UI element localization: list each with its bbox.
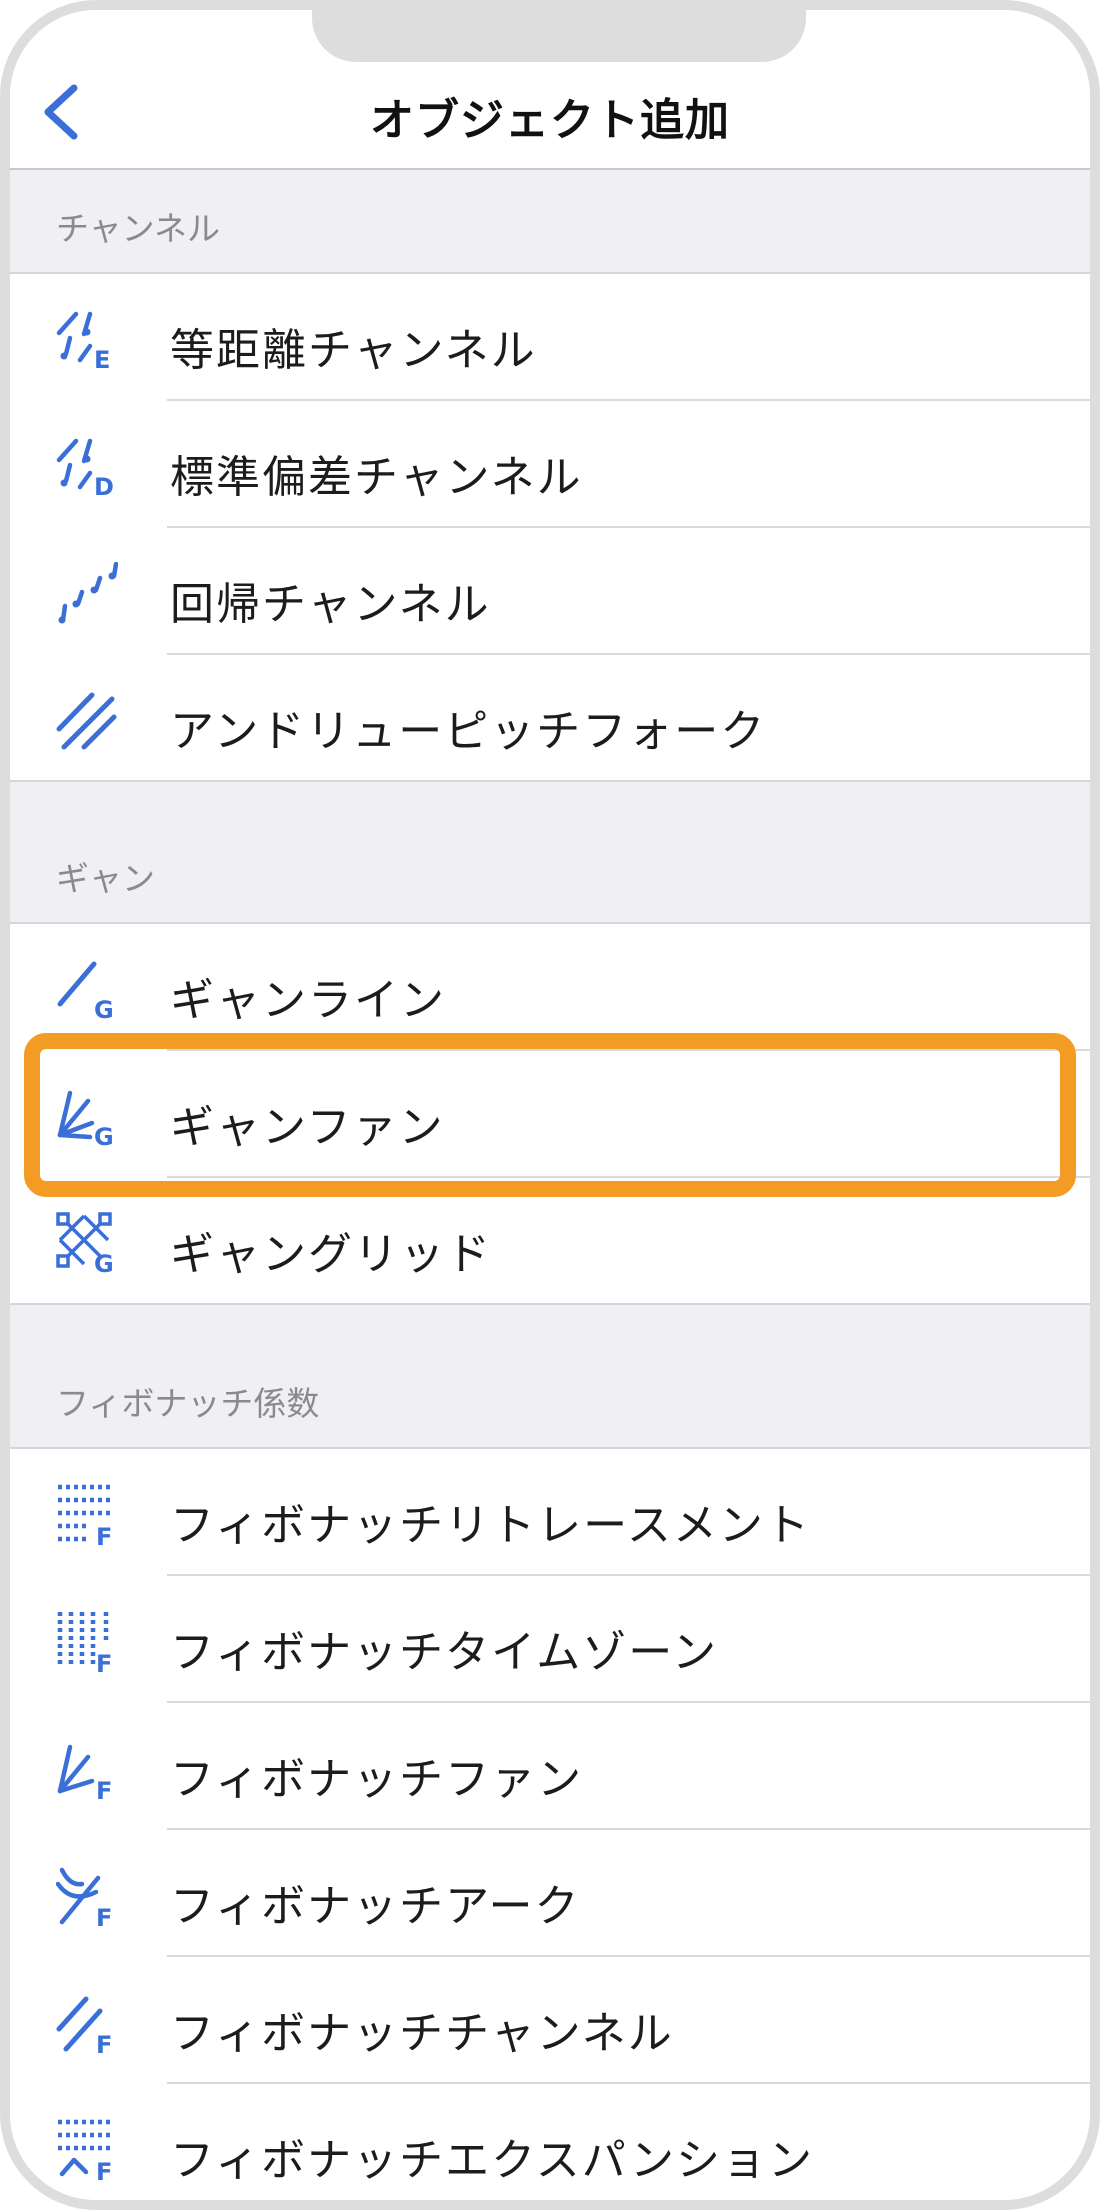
device-notch (312, 10, 806, 62)
list-item-label: ギャングリッド (170, 1229, 492, 1280)
list-item-label: ギャンライン (170, 975, 446, 1026)
list-item-gann-fan[interactable]: G ギャンファン (10, 1051, 1090, 1178)
list-item-fibonacci-arc[interactable]: F フィボナッチアーク (10, 1830, 1090, 1957)
svg-text:G: G (94, 996, 114, 1020)
list-item-label: フィボナッチエクスパンション (170, 2135, 814, 2186)
svg-text:F: F (96, 1650, 112, 1672)
svg-text:D: D (94, 473, 114, 497)
phone-frame: オブジェクト追加 チャンネル E 等距離チャンネル D 標準偏差チャンネル 回帰… (0, 0, 1100, 2210)
fibonacci-arc-icon: F (56, 1867, 112, 1926)
fibonacci-fan-icon: F (57, 1744, 112, 1799)
list-item-label: 標準偏差チャンネル (170, 452, 583, 503)
fibonacci-timezone-icon: F (57, 1612, 112, 1672)
gann-fan-icon: G (57, 1090, 114, 1147)
svg-text:F: F (96, 2031, 112, 2053)
list-item-equidistant-channel[interactable]: E 等距離チャンネル (10, 274, 1090, 401)
regression-channel-icon (58, 562, 118, 624)
list-item-std-deviation-channel[interactable]: D 標準偏差チャンネル (10, 401, 1090, 528)
svg-text:F: F (96, 2158, 112, 2180)
list-item-label: フィボナッチチャンネル (170, 2008, 674, 2059)
list-item-label: フィボナッチファン (170, 1754, 584, 1805)
std-deviation-channel-icon: D (56, 438, 114, 497)
equidistant-channel-icon: E (56, 311, 110, 370)
list-item-gann-line[interactable]: G ギャンライン (10, 924, 1090, 1051)
list-item-label: ギャンファン (170, 1102, 445, 1153)
list-item-label: フィボナッチリトレースメント (170, 1500, 811, 1551)
list-item-gann-grid[interactable]: G ギャングリッド (10, 1178, 1090, 1305)
svg-text:G: G (94, 1123, 114, 1147)
section-title: フィボナッチ係数 (56, 1384, 320, 1423)
svg-text:E: E (94, 346, 110, 370)
list-item-fibonacci-retracement[interactable]: F フィボナッチリトレースメント (10, 1449, 1090, 1576)
object-list: チャンネル E 等距離チャンネル D 標準偏差チャンネル 回帰チャンネル アンド… (10, 170, 1090, 2200)
page-title: オブジェクト追加 (370, 95, 730, 146)
section-title: ギャン (56, 859, 155, 898)
svg-text:F: F (96, 1904, 112, 1926)
list-item-label: フィボナッチタイムゾーン (170, 1627, 719, 1678)
list-item-fibonacci-fan[interactable]: F フィボナッチファン (10, 1703, 1090, 1830)
svg-text:G: G (94, 1250, 114, 1274)
list-item-andrews-pitchfork[interactable]: アンドリューピッチフォーク (10, 655, 1090, 782)
section-title: チャンネル (56, 209, 221, 248)
section-header-gann: ギャン (10, 782, 1090, 924)
list-item-regression-channel[interactable]: 回帰チャンネル (10, 528, 1090, 655)
svg-text:F: F (96, 1777, 112, 1799)
gann-grid-icon: G (56, 1212, 114, 1274)
list-item-label: 回帰チャンネル (170, 579, 491, 630)
list-item-fibonacci-expansion[interactable]: F フィボナッチエクスパンション (10, 2084, 1090, 2200)
andrews-pitchfork-icon (56, 692, 117, 750)
list-item-fibonacci-timezone[interactable]: F フィボナッチタイムゾーン (10, 1576, 1090, 1703)
list-item-label: アンドリューピッチフォーク (170, 706, 767, 757)
list-item-label: 等距離チャンネル (170, 325, 537, 376)
fibonacci-retracement-icon: F (58, 1484, 112, 1545)
gann-line-icon: G (57, 961, 114, 1020)
fibonacci-channel-icon: F (56, 1996, 112, 2053)
fibonacci-expansion-icon: F (58, 2119, 112, 2180)
list-item-label: フィボナッチアーク (170, 1881, 581, 1932)
section-header-fibonacci: フィボナッチ係数 (10, 1305, 1090, 1449)
section-header-channel: チャンネル (10, 170, 1090, 274)
svg-text:F: F (96, 1523, 112, 1545)
list-item-fibonacci-channel[interactable]: F フィボナッチチャンネル (10, 1957, 1090, 2084)
